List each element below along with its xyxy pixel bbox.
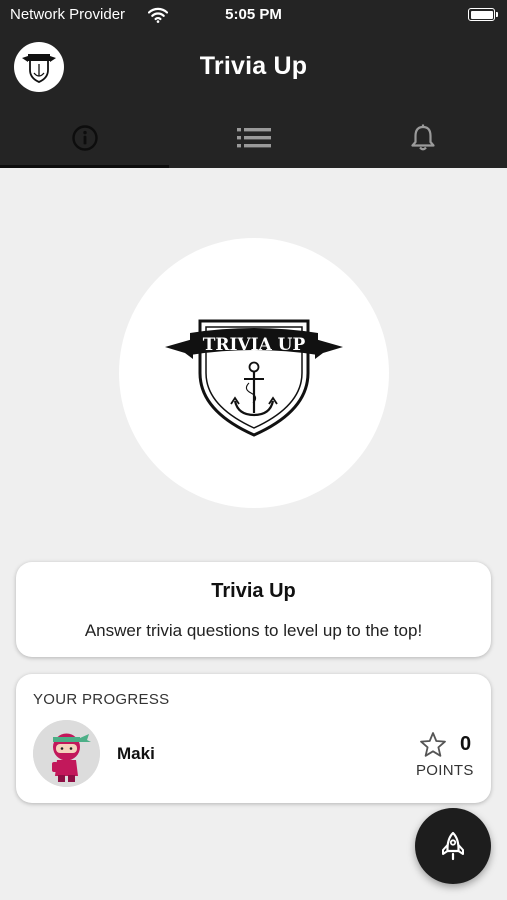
tab-info[interactable] [0,108,169,168]
user-name: Maki [117,744,155,763]
app-bar: Trivia Up [0,30,507,168]
page-title: Trivia Up [199,52,308,80]
info-card: Trivia Up Answer trivia questions to lev… [16,562,491,657]
rocket-icon [442,831,464,861]
hero-logo: TRIVIA UP [119,238,389,508]
user-avatar[interactable] [33,720,100,787]
star-icon [420,732,446,757]
tab-bar [0,108,507,168]
launch-button[interactable] [415,808,491,884]
badge-text: TRIVIA UP [203,335,306,355]
status-bar: Network Provider 5:05 PM [0,0,507,30]
bell-icon [410,124,435,151]
progress-section-label: YOUR PROGRESS [33,691,170,708]
info-card-title: Trivia Up [211,580,296,602]
tab-list[interactable] [169,108,338,168]
anchor-shield-badge-icon: TRIVIA UP [165,319,343,437]
active-tab-indicator [0,165,169,168]
battery-icon [468,8,498,21]
points-value: 0 [460,733,472,755]
tab-notifications[interactable] [338,108,507,168]
points-label: POINTS [416,762,474,779]
list-icon [236,128,271,148]
ninja-avatar-icon [33,720,100,787]
clock: 5:05 PM [225,6,282,23]
info-icon [71,125,98,151]
progress-card[interactable]: YOUR PROGRESS Maki 0 POINTS [16,674,491,803]
info-card-description: Answer trivia questions to level up to t… [84,621,423,640]
